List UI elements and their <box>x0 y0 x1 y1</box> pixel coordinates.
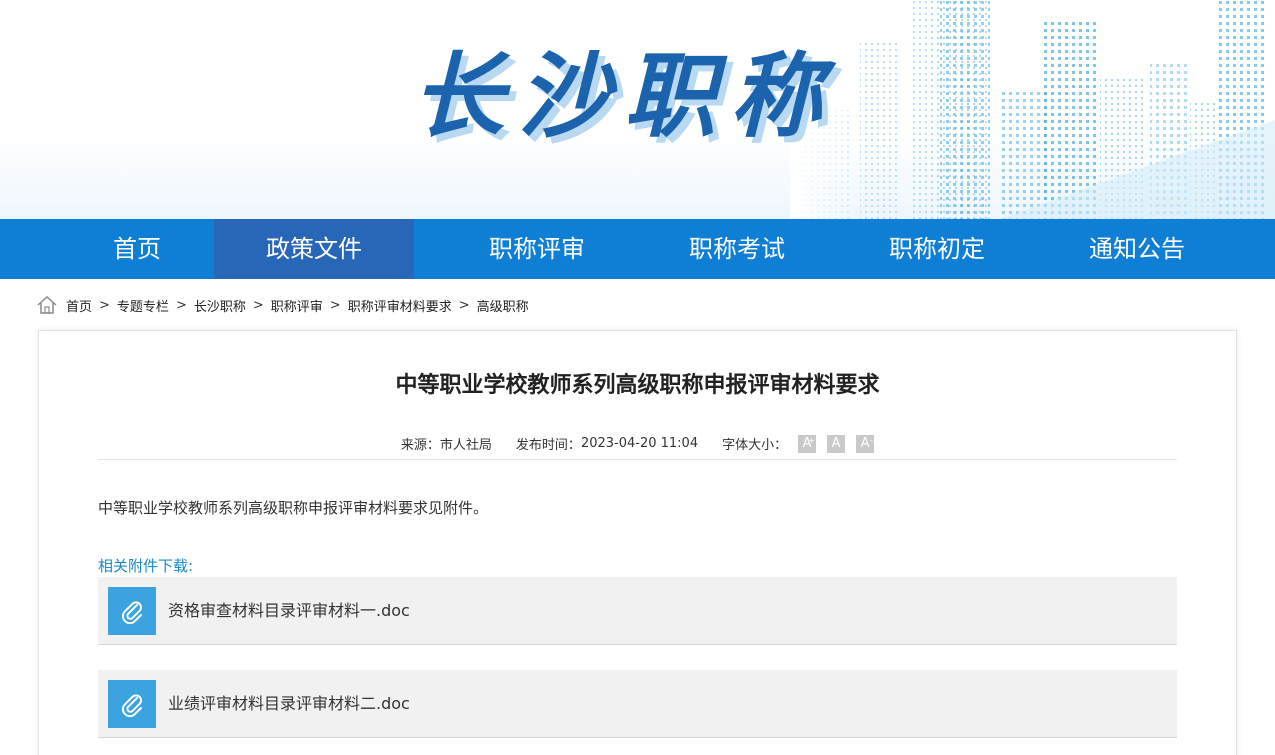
breadcrumb-separator: > <box>458 297 470 313</box>
header-banner: 长沙职称 <box>0 0 1275 219</box>
date-label: 发布时间： <box>515 438 581 453</box>
attachment-item[interactable]: 业绩评审材料目录评审材料二.doc <box>98 670 1177 738</box>
article-date: 发布时间： 2023-04-20 11:04 <box>516 434 698 453</box>
article-title: 中等职业学校教师系列高级职称申报评审材料要求 <box>395 373 880 398</box>
nav-item-policy[interactable]: 政策文件 <box>214 219 414 279</box>
breadcrumb-changsha-titles[interactable]: 长沙职称 <box>194 296 246 315</box>
breadcrumb-special-topics[interactable]: 专题专栏 <box>117 296 169 315</box>
font-increase-button[interactable]: A + <box>798 434 817 453</box>
site-title: 长沙职称 <box>412 43 837 150</box>
nav-item-title-initial[interactable]: 职称初定 <box>837 219 1037 279</box>
breadcrumb-separator: > <box>329 297 341 313</box>
font-decrease-button[interactable]: A- <box>856 434 875 453</box>
article-panel: 中等职业学校教师系列高级职称申报评审材料要求 来源： 市人社局 发布时间： 20… <box>38 330 1237 755</box>
source-value: 市人社局 <box>439 438 492 453</box>
attachment-name[interactable]: 资格审查材料目录评审材料一.doc <box>168 577 410 645</box>
breadcrumb-separator: > <box>175 297 187 313</box>
nav-item-title-exam[interactable]: 职称考试 <box>637 219 837 279</box>
paperclip-icon <box>108 587 156 635</box>
font-size-label: 字体大小： <box>722 438 788 453</box>
nav-item-title-review[interactable]: 职称评审 <box>437 219 637 279</box>
meta-divider <box>98 459 1177 460</box>
nav-item-notices[interactable]: 通知公告 <box>1037 219 1237 279</box>
breadcrumb-title-review[interactable]: 职称评审 <box>271 296 323 315</box>
home-icon[interactable] <box>36 295 58 315</box>
breadcrumb-review-materials[interactable]: 职称评审材料要求 <box>348 296 452 315</box>
article-meta: 来源： 市人社局 发布时间： 2023-04-20 11:04 字体大小： A +… <box>39 434 1236 453</box>
attachment-item[interactable]: 资格审查材料目录评审材料一.doc <box>98 577 1177 645</box>
nav-item-home[interactable]: 首页 <box>37 219 237 279</box>
main-nav: 首页 政策文件 职称评审 职称考试 职称初定 通知公告 <box>0 219 1275 279</box>
font-reset-button[interactable]: A <box>827 434 846 453</box>
attachment-name[interactable]: 业绩评审材料目录评审材料二.doc <box>168 670 410 738</box>
paperclip-icon <box>108 680 156 728</box>
attachments-heading: 相关附件下载: <box>98 557 194 575</box>
source-label: 来源： <box>400 438 440 453</box>
breadcrumb-separator: > <box>252 297 264 313</box>
breadcrumb-separator: > <box>99 297 110 313</box>
breadcrumb: 首页 > 专题专栏 > 长沙职称 > 职称评审 > 职称评审材料要求 > 高级职… <box>36 293 529 317</box>
date-value: 2023-04-20 11:04 <box>580 436 699 451</box>
font-size-controls: 字体大小： A + A A- <box>722 434 875 453</box>
breadcrumb-senior-title[interactable]: 高级职称 <box>477 296 529 315</box>
article-body: 中等职业学校教师系列高级职称申报评审材料要求见附件。 <box>98 499 489 517</box>
article-source: 来源： 市人社局 <box>401 434 492 453</box>
breadcrumb-home[interactable]: 首页 <box>66 296 92 315</box>
